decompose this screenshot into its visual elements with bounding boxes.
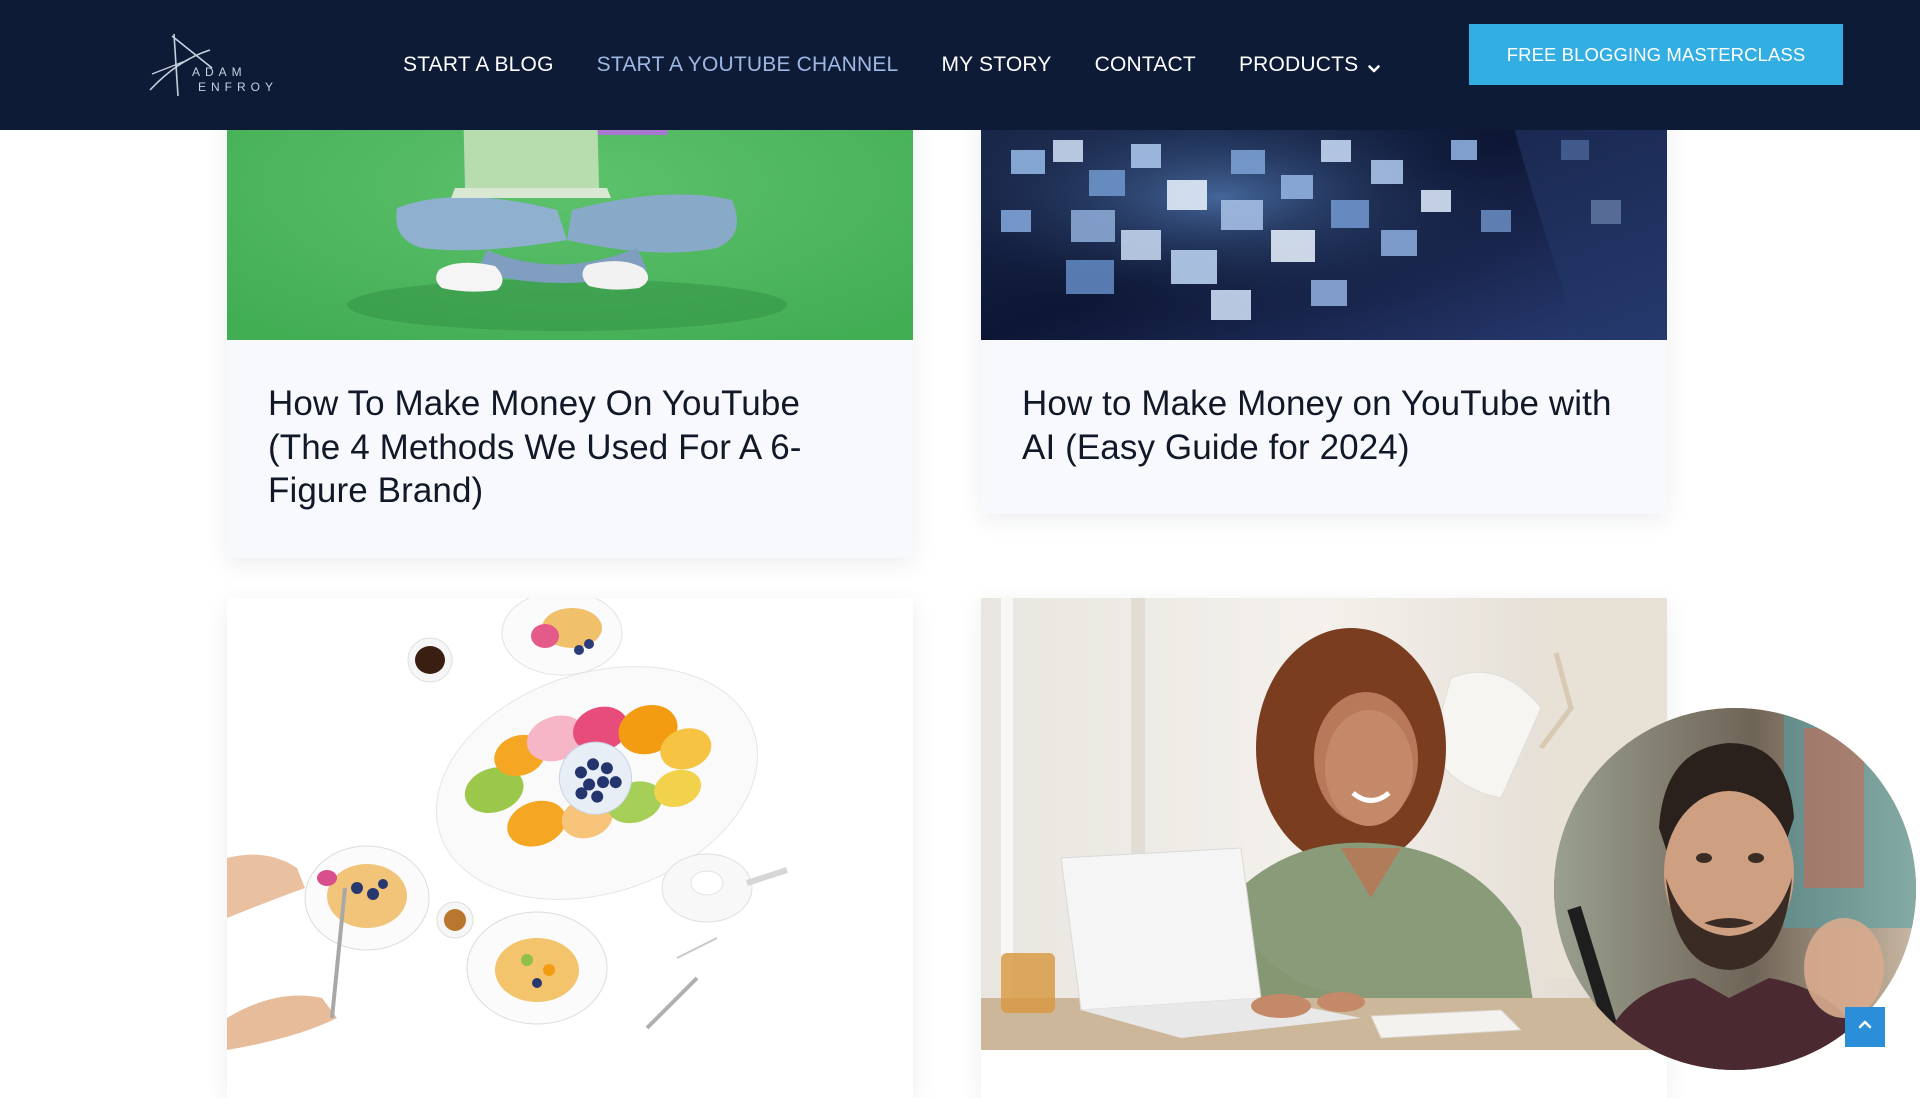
free-blogging-masterclass-button[interactable]: FREE BLOGGING MASTERCLASS	[1469, 24, 1843, 85]
post-title[interactable]: How to Make Money on YouTube with AI (Ea…	[1022, 382, 1622, 469]
main-nav: START A BLOG START A YOUTUBE CHANNEL MY …	[403, 50, 1424, 80]
post-card[interactable]: How to Make Money on YouTube with AI (Ea…	[981, 80, 1667, 514]
post-card[interactable]	[227, 598, 913, 1098]
post-image-food-platter[interactable]	[227, 598, 913, 1050]
chevron-down-icon	[1367, 58, 1381, 73]
post-title[interactable]: How To Make Money On YouTube (The 4 Meth…	[268, 382, 868, 513]
post-image-woman-at-laptop[interactable]	[981, 598, 1667, 1050]
nav-start-a-blog[interactable]: START A BLOG	[403, 53, 554, 77]
site-header: ADAM ENFROY START A BLOG START A YOUTUBE…	[0, 0, 1920, 130]
nav-contact[interactable]: CONTACT	[1095, 53, 1196, 77]
arrow-up-icon	[1857, 1017, 1873, 1038]
logo-text-last: ENFROY	[198, 80, 279, 94]
scroll-to-top-button[interactable]	[1845, 1007, 1885, 1047]
nav-my-story[interactable]: MY STORY	[941, 53, 1051, 77]
adam-enfroy-logo[interactable]: ADAM ENFROY	[148, 30, 288, 100]
post-card[interactable]: How To Make Money On YouTube (The 4 Meth…	[227, 80, 913, 558]
logo-text-first: ADAM	[192, 65, 247, 79]
nav-products-label: PRODUCTS	[1238, 53, 1359, 76]
nav-products[interactable]: PRODUCTS	[1239, 53, 1381, 77]
nav-start-a-youtube-channel[interactable]: START A YOUTUBE CHANNEL	[597, 53, 899, 77]
